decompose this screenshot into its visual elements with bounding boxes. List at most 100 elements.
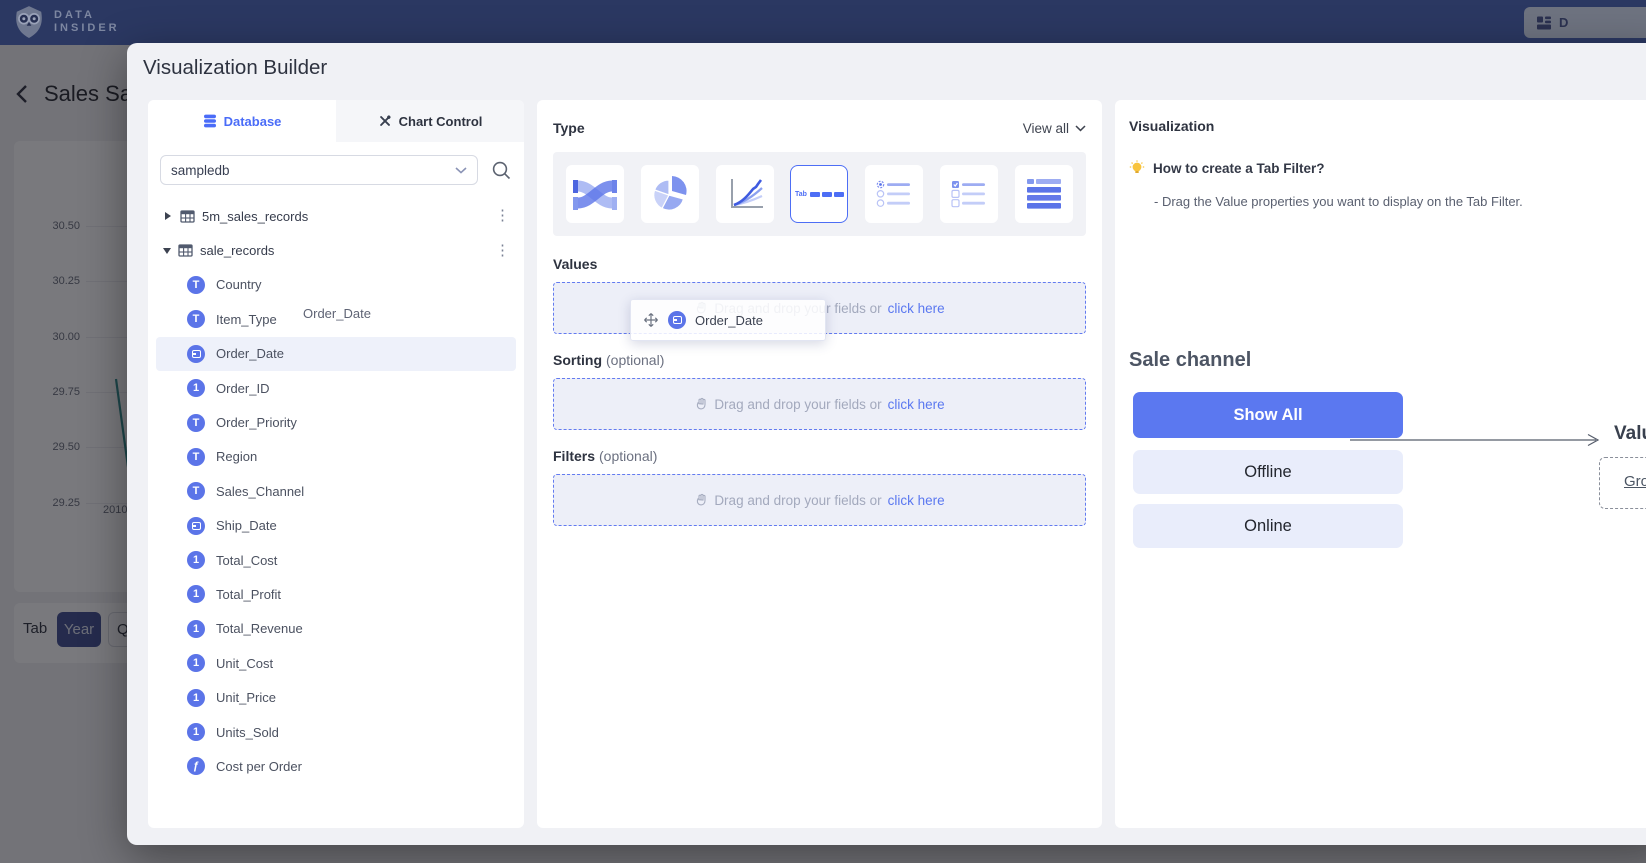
annotation-group-link[interactable]: Group: [1624, 473, 1646, 490]
table-label: 5m_sales_records: [202, 209, 308, 224]
tab-chart-control[interactable]: Chart Control: [336, 100, 524, 142]
field-row[interactable]: 1Unit_Cost: [160, 646, 512, 680]
dropzone-hint: Drag and drop your fields or: [714, 397, 881, 412]
tab-chart-control-label: Chart Control: [399, 114, 483, 129]
table-label: sale_records: [200, 243, 274, 258]
filters-dropzone[interactable]: Drag and drop your fields or click here: [553, 474, 1086, 526]
tab-filter-icon: Tab: [795, 191, 844, 198]
function-field-icon: ƒ: [187, 757, 205, 775]
kebab-menu-icon[interactable]: ⋮: [495, 246, 510, 256]
number-field-icon: 1: [187, 723, 205, 741]
date-field-icon: [187, 345, 205, 363]
filters-optional-label: (optional): [599, 448, 657, 464]
tab-database[interactable]: Database: [148, 100, 336, 142]
chart-type-list: Tab: [553, 152, 1086, 236]
tab-filter-preview: Sale channel Show All Offline Online Val…: [1129, 349, 1646, 548]
listbox-filter-icon: [1027, 179, 1061, 209]
click-here-link[interactable]: click here: [888, 301, 945, 316]
checkbox-filter-icon: [951, 180, 987, 208]
drag-ghost-label: Order_Date: [303, 306, 371, 321]
line-chart-icon: [725, 176, 765, 212]
search-icon[interactable]: [491, 160, 512, 181]
view-all-button[interactable]: View all: [1023, 121, 1086, 136]
tip-body: - Drag the Value properties you want to …: [1154, 194, 1646, 209]
field-row[interactable]: TOrder_Priority: [160, 405, 512, 439]
field-row[interactable]: 1Unit_Price: [160, 680, 512, 714]
text-field-icon: T: [187, 482, 205, 500]
app-screen: Sales Sa 30.50 30.25 30.00 29.75 29.50 2…: [0, 0, 1646, 863]
number-field-icon: 1: [187, 379, 205, 397]
tools-icon: [378, 114, 392, 128]
builder-panel: Type View all: [537, 100, 1102, 828]
database-panel: Database Chart Control sampledb: [148, 100, 524, 828]
field-row[interactable]: 1Total_Revenue: [160, 612, 512, 646]
field-row[interactable]: 1Units_Sold: [160, 715, 512, 749]
left-panel-tabs: Database Chart Control: [148, 100, 524, 142]
type-tile-checkbox-filter[interactable]: [940, 165, 998, 223]
tab-database-label: Database: [224, 114, 282, 129]
field-row[interactable]: 1Total_Profit: [160, 577, 512, 611]
chevron-down-icon: [455, 167, 467, 174]
sankey-chart-icon: [573, 175, 617, 213]
top-navbar: DATA INSIDER D: [0, 0, 1646, 45]
dashboard-icon: [1536, 15, 1552, 31]
field-row[interactable]: 1Total_Cost: [160, 543, 512, 577]
dragging-field-chip[interactable]: Order_Date: [630, 299, 826, 341]
preview-offline-button[interactable]: Offline: [1133, 450, 1403, 494]
type-tile-line[interactable]: [716, 165, 774, 223]
app-logo[interactable]: DATA INSIDER: [14, 5, 120, 39]
radio-filter-icon: [876, 180, 912, 208]
visualization-header: Visualization: [1129, 118, 1646, 134]
table-icon: [178, 243, 193, 258]
number-field-icon: 1: [187, 585, 205, 603]
field-row[interactable]: ƒCost per Order: [160, 749, 512, 783]
sorting-optional-label: (optional): [606, 352, 664, 368]
dashboard-button-label: D: [1559, 15, 1568, 30]
move-icon: [643, 312, 659, 328]
database-select-value: sampledb: [171, 163, 230, 178]
visualization-panel: Visualization How to create a Tab Filter…: [1115, 100, 1646, 828]
click-here-link[interactable]: click here: [888, 493, 945, 508]
date-field-icon: [668, 311, 686, 329]
table-icon: [180, 209, 195, 224]
type-tile-radio-filter[interactable]: [865, 165, 923, 223]
database-select[interactable]: sampledb: [160, 155, 478, 185]
app-logo-text: DATA INSIDER: [54, 9, 120, 35]
caret-down-icon[interactable]: [163, 248, 171, 254]
type-tile-sankey[interactable]: [566, 165, 624, 223]
preview-show-all-button[interactable]: Show All: [1133, 392, 1403, 438]
field-row[interactable]: Ship_Date: [160, 509, 512, 543]
type-tile-pie[interactable]: [641, 165, 699, 223]
type-tile-listbox-filter[interactable]: [1015, 165, 1073, 223]
field-row[interactable]: 1Order_ID: [160, 371, 512, 405]
kebab-menu-icon[interactable]: ⋮: [495, 211, 510, 221]
modal-title: Visualization Builder: [143, 56, 327, 80]
values-dropzone[interactable]: Drag and drop your fields or click here …: [553, 282, 1086, 334]
number-field-icon: 1: [187, 620, 205, 638]
filters-section-label: Filters: [553, 448, 595, 464]
field-row-selected[interactable]: Order_Date: [156, 337, 516, 371]
dashboard-button[interactable]: D: [1524, 7, 1646, 38]
database-icon: [203, 114, 217, 128]
annotation-value-label: Value: [1614, 423, 1646, 445]
text-field-icon: T: [187, 414, 205, 432]
caret-right-icon[interactable]: [165, 212, 171, 220]
sorting-dropzone[interactable]: Drag and drop your fields or click here: [553, 378, 1086, 430]
table-row-5m-sales-records[interactable]: 5m_sales_records ⋮: [160, 199, 512, 233]
preview-online-button[interactable]: Online: [1133, 504, 1403, 548]
number-field-icon: 1: [187, 654, 205, 672]
number-field-icon: 1: [187, 689, 205, 707]
dropzone-hint: Drag and drop your fields or: [714, 493, 881, 508]
type-tile-tab-filter-selected[interactable]: Tab: [790, 165, 848, 223]
chevron-down-icon: [1075, 125, 1086, 132]
table-row-sale-records[interactable]: sale_records ⋮: [160, 233, 512, 267]
field-row[interactable]: TSales_Channel: [160, 474, 512, 508]
annotation-group-box: Group: [1599, 457, 1646, 509]
click-here-link[interactable]: click here: [888, 397, 945, 412]
text-field-icon: T: [187, 448, 205, 466]
field-row[interactable]: TRegion: [160, 440, 512, 474]
owl-logo-icon: [14, 5, 44, 39]
field-row[interactable]: TCountry: [160, 268, 512, 302]
visualization-builder-modal: Visualization Builder Database: [127, 43, 1646, 845]
tip-title: How to create a Tab Filter?: [1153, 161, 1325, 176]
